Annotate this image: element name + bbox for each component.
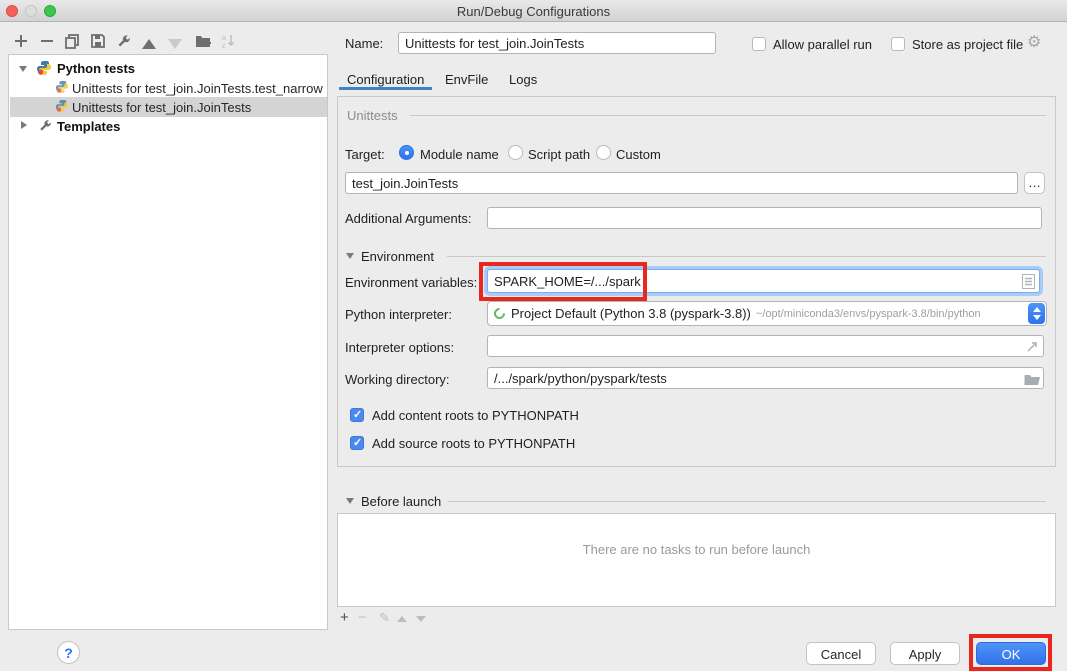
move-task-up-icon[interactable] <box>397 616 407 622</box>
environment-variables-input[interactable] <box>487 269 1040 293</box>
radio-script-path-label: Script path <box>528 147 590 162</box>
collapse-arrow-icon[interactable] <box>19 66 27 72</box>
store-as-project-file-label: Store as project file <box>912 37 1023 52</box>
sort-alphabetically-icon[interactable]: az <box>221 33 237 49</box>
unittests-group-title: Unittests <box>347 108 398 123</box>
tree-item-templates[interactable]: Templates <box>57 119 120 134</box>
environment-group-title: Environment <box>361 249 434 264</box>
expand-arrow-icon[interactable] <box>21 121 27 129</box>
radio-module-name-label: Module name <box>420 147 499 162</box>
save-icon[interactable] <box>90 33 106 49</box>
environment-separator <box>447 256 1046 257</box>
new-folder-icon[interactable] <box>195 34 211 50</box>
virtualenv-icon <box>492 306 508 322</box>
interpreter-options-input[interactable] <box>487 335 1044 357</box>
run-debug-configurations-dialog: Run/Debug Configurations az Python tests… <box>0 0 1067 671</box>
configurations-tree: Python tests Unittests for test_join.Joi… <box>8 54 328 630</box>
edit-templates-wrench-icon[interactable] <box>116 33 132 49</box>
templates-wrench-icon <box>38 118 53 138</box>
allow-parallel-run-checkbox[interactable] <box>752 37 766 51</box>
working-directory-input[interactable] <box>487 367 1044 389</box>
move-up-icon[interactable] <box>142 36 158 52</box>
name-input[interactable] <box>398 32 716 54</box>
radio-module-name[interactable] <box>399 145 414 160</box>
radio-custom[interactable] <box>596 145 611 160</box>
cancel-button[interactable]: Cancel <box>806 642 876 665</box>
tree-item-unittests-test-narrow[interactable]: Unittests for test_join.JoinTests.test_n… <box>72 81 323 96</box>
add-source-roots-checkbox[interactable] <box>350 436 364 450</box>
environment-variables-label: Environment variables: <box>345 275 477 290</box>
python-test-icon <box>55 99 69 118</box>
add-task-icon[interactable]: + <box>340 611 349 625</box>
move-task-down-icon[interactable] <box>416 616 426 622</box>
move-down-icon[interactable] <box>168 36 184 52</box>
before-launch-group-title: Before launch <box>361 494 441 509</box>
module-name-input[interactable] <box>345 172 1018 194</box>
browse-folder-icon[interactable] <box>1024 372 1041 390</box>
python-interpreter-path: ~/opt/miniconda3/envs/pyspark-3.8/bin/py… <box>756 308 981 320</box>
apply-button[interactable]: Apply <box>890 642 960 665</box>
tab-logs[interactable]: Logs <box>509 72 537 87</box>
remove-task-icon[interactable]: − <box>358 611 367 625</box>
python-interpreter-select[interactable]: Project Default (Python 3.8 (pyspark-3.8… <box>487 301 1047 326</box>
radio-custom-label: Custom <box>616 147 661 162</box>
python-tests-icon <box>36 60 52 81</box>
add-source-roots-label: Add source roots to PYTHONPATH <box>372 436 575 451</box>
svg-text:z: z <box>222 43 226 49</box>
tab-envfile[interactable]: EnvFile <box>445 72 488 87</box>
before-launch-empty-message: There are no tasks to run before launch <box>337 542 1056 557</box>
additional-arguments-label: Additional Arguments: <box>345 211 471 226</box>
before-launch-separator <box>448 501 1046 502</box>
titlebar: Run/Debug Configurations <box>0 0 1067 22</box>
python-test-icon <box>55 80 69 99</box>
name-label: Name: <box>345 36 383 51</box>
tab-configuration[interactable]: Configuration <box>347 72 424 87</box>
browse-module-button[interactable]: … <box>1024 172 1045 194</box>
working-directory-label: Working directory: <box>345 372 450 387</box>
edit-environment-variables-icon[interactable] <box>1022 274 1035 294</box>
python-interpreter-label: Python interpreter: <box>345 307 452 322</box>
combo-stepper-icon[interactable] <box>1028 303 1045 324</box>
ok-button[interactable]: OK <box>976 642 1046 665</box>
tree-item-python-tests[interactable]: Python tests <box>57 61 135 76</box>
store-settings-gear-icon[interactable]: ⚙ <box>1027 32 1041 52</box>
svg-text:a: a <box>222 35 226 42</box>
python-interpreter-value: Project Default (Python 3.8 (pyspark-3.8… <box>511 306 751 321</box>
before-launch-collapse-arrow-icon[interactable] <box>346 498 354 504</box>
tree-item-unittests-jointests-selected[interactable]: Unittests for test_join.JoinTests <box>72 100 251 115</box>
allow-parallel-run-label: Allow parallel run <box>773 37 872 52</box>
add-content-roots-label: Add content roots to PYTHONPATH <box>372 408 579 423</box>
add-icon[interactable] <box>13 33 29 49</box>
edit-task-pencil-icon[interactable]: ✎ <box>379 611 390 625</box>
environment-collapse-arrow-icon[interactable] <box>346 253 354 259</box>
copy-icon[interactable] <box>64 33 80 49</box>
additional-arguments-input[interactable] <box>487 207 1042 229</box>
group-separator <box>410 115 1046 116</box>
active-tab-underline <box>339 87 432 90</box>
remove-icon[interactable] <box>39 33 55 49</box>
target-label: Target: <box>345 147 385 162</box>
expand-field-icon[interactable] <box>1026 340 1038 358</box>
window-title: Run/Debug Configurations <box>0 4 1067 19</box>
interpreter-options-label: Interpreter options: <box>345 340 454 355</box>
add-content-roots-checkbox[interactable] <box>350 408 364 422</box>
before-launch-task-list <box>337 513 1056 607</box>
help-button[interactable]: ? <box>57 641 80 664</box>
store-as-project-file-checkbox[interactable] <box>891 37 905 51</box>
radio-script-path[interactable] <box>508 145 523 160</box>
